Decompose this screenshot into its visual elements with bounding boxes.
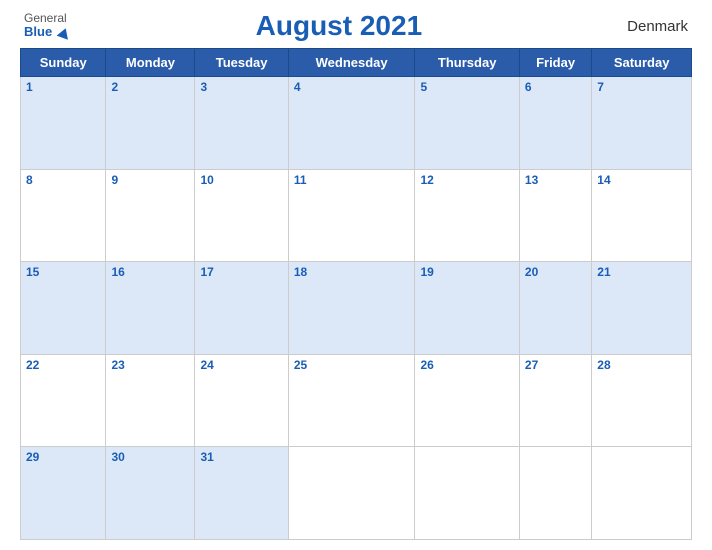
day-number: 30 [111,450,124,464]
calendar-day-cell: 20 [519,262,591,355]
calendar-day-cell: 18 [288,262,415,355]
day-number: 19 [420,265,433,279]
day-number: 20 [525,265,538,279]
calendar-day-cell: 14 [592,169,692,262]
col-tuesday: Tuesday [195,49,288,77]
calendar-week-row: 29 30 31 [21,447,692,540]
calendar-day-cell: 29 [21,447,106,540]
day-number: 25 [294,358,307,372]
day-number: 9 [111,173,118,187]
day-number: 31 [200,450,213,464]
calendar-day-cell: 30 [106,447,195,540]
calendar-day-cell: 1 [21,77,106,170]
day-number: 23 [111,358,124,372]
calendar-week-row: 8 9 10 11 12 13 14 [21,169,692,262]
calendar-day-cell: 25 [288,354,415,447]
country-label: Denmark [608,18,688,35]
calendar-day-cell: 8 [21,169,106,262]
calendar-day-cell: 12 [415,169,519,262]
calendar-day-cell: 24 [195,354,288,447]
calendar-day-cell: 15 [21,262,106,355]
day-number: 27 [525,358,538,372]
day-number: 4 [294,80,301,94]
calendar-header: General Blue August 2021 Denmark [20,10,692,42]
calendar-day-cell: 3 [195,77,288,170]
day-number: 29 [26,450,39,464]
calendar-day-cell: 27 [519,354,591,447]
day-number: 8 [26,173,33,187]
day-number: 1 [26,80,33,94]
col-sunday: Sunday [21,49,106,77]
day-number: 26 [420,358,433,372]
day-number: 16 [111,265,124,279]
calendar-day-cell: 6 [519,77,591,170]
calendar-day-cell: 31 [195,447,288,540]
calendar-title: August 2021 [70,10,608,42]
day-number: 12 [420,173,433,187]
calendar-day-cell [415,447,519,540]
day-number: 3 [200,80,207,94]
day-number: 5 [420,80,427,94]
calendar-day-cell [288,447,415,540]
day-number: 17 [200,265,213,279]
calendar-day-cell: 26 [415,354,519,447]
calendar-day-cell: 17 [195,262,288,355]
day-number: 15 [26,265,39,279]
calendar-day-cell: 19 [415,262,519,355]
day-number: 24 [200,358,213,372]
weekday-header-row: Sunday Monday Tuesday Wednesday Thursday… [21,49,692,77]
calendar-day-cell: 4 [288,77,415,170]
day-number: 11 [294,173,307,187]
calendar-day-cell: 7 [592,77,692,170]
col-saturday: Saturday [592,49,692,77]
day-number: 6 [525,80,532,94]
calendar-day-cell: 16 [106,262,195,355]
day-number: 13 [525,173,538,187]
calendar-day-cell: 10 [195,169,288,262]
calendar-day-cell: 2 [106,77,195,170]
logo-blue-text: Blue [24,25,70,39]
calendar-day-cell: 9 [106,169,195,262]
calendar-day-cell: 11 [288,169,415,262]
calendar-day-cell: 21 [592,262,692,355]
calendar-day-cell [519,447,591,540]
day-number: 28 [597,358,610,372]
calendar-week-row: 1 2 3 4 5 6 7 [21,77,692,170]
calendar-day-cell: 13 [519,169,591,262]
calendar-table: Sunday Monday Tuesday Wednesday Thursday… [20,48,692,540]
day-number: 21 [597,265,610,279]
calendar-week-row: 15 16 17 18 19 20 21 [21,262,692,355]
day-number: 14 [597,173,610,187]
col-friday: Friday [519,49,591,77]
calendar-day-cell: 5 [415,77,519,170]
calendar-week-row: 22 23 24 25 26 27 28 [21,354,692,447]
logo: General Blue [24,12,70,39]
calendar-day-cell: 23 [106,354,195,447]
day-number: 22 [26,358,39,372]
col-thursday: Thursday [415,49,519,77]
calendar-day-cell: 28 [592,354,692,447]
col-wednesday: Wednesday [288,49,415,77]
day-number: 7 [597,80,604,94]
calendar-day-cell: 22 [21,354,106,447]
day-number: 18 [294,265,307,279]
calendar-day-cell [592,447,692,540]
day-number: 10 [200,173,213,187]
col-monday: Monday [106,49,195,77]
day-number: 2 [111,80,118,94]
